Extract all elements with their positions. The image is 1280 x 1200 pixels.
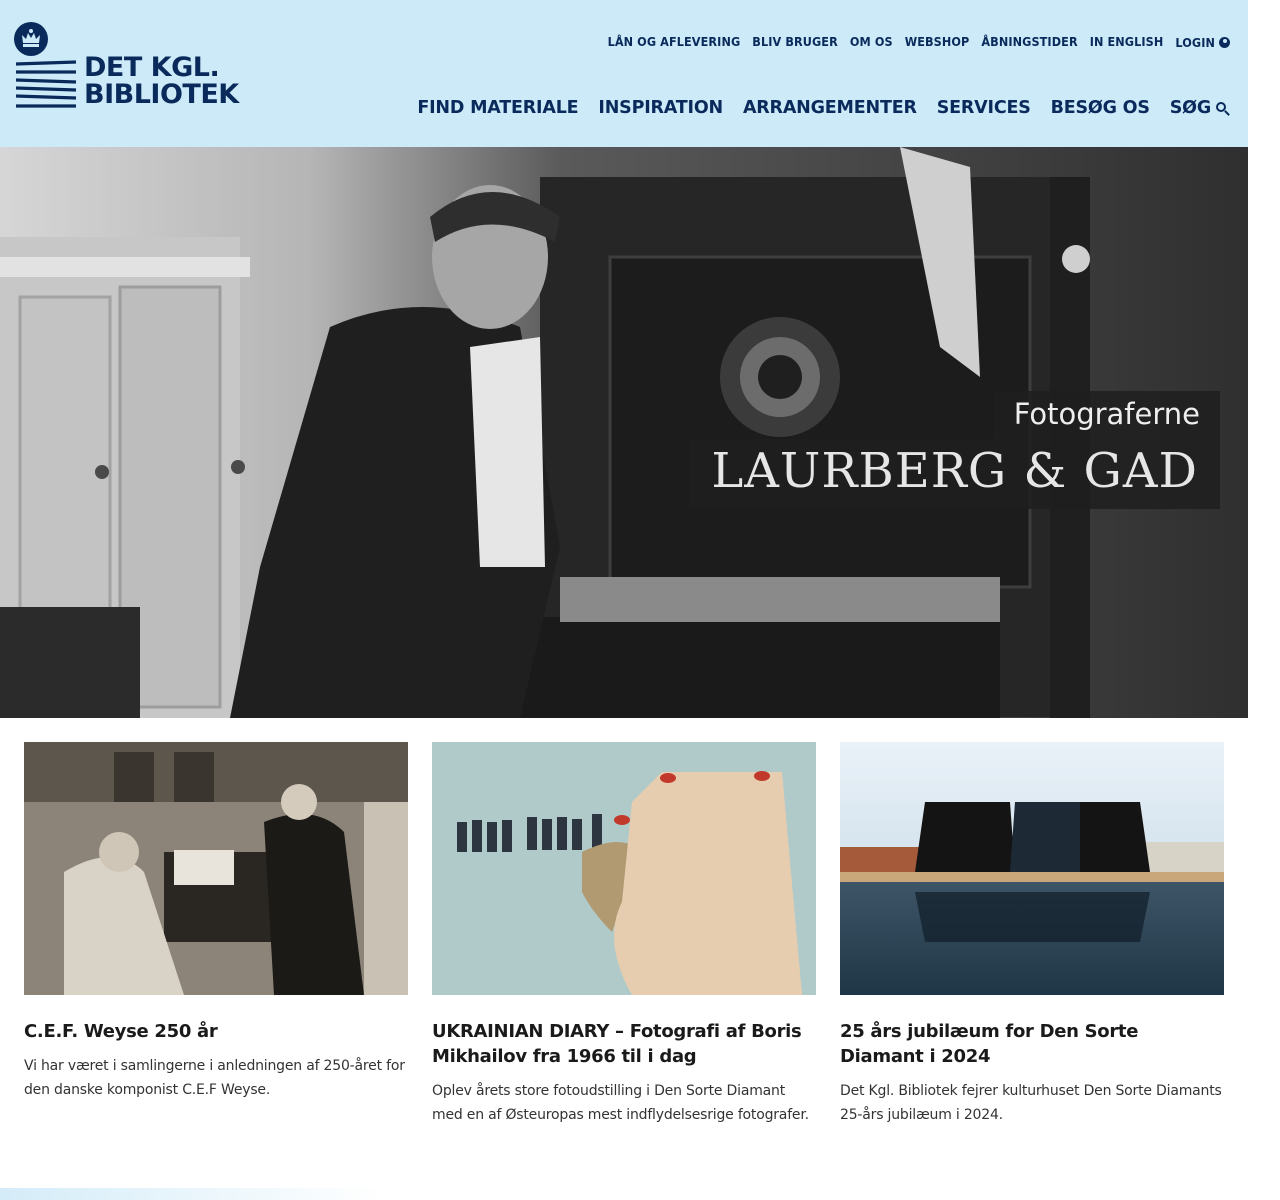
card-title[interactable]: C.E.F. Weyse 250 år (24, 1019, 408, 1044)
nav-find-materiale[interactable]: FIND MATERIALE (417, 98, 578, 118)
hero-title: LAURBERG & GAD (689, 439, 1220, 509)
nav-in-english[interactable]: IN ENGLISH (1090, 34, 1164, 49)
login-link[interactable]: LOGIN (1175, 32, 1230, 51)
crown-icon (14, 22, 48, 56)
nav-arrangementer[interactable]: ARRANGEMENTER (743, 98, 917, 118)
logo-lines-icon (15, 60, 77, 108)
footer-strip (0, 1188, 1280, 1200)
news-card-ukrainian-diary[interactable]: UKRAINIAN DIARY – Fotografi af Boris Mik… (432, 742, 816, 1127)
logo-line-2: BIBLIOTEK (84, 79, 239, 110)
black-diamond-illustration (840, 742, 1224, 995)
card-description: Vi har været i samlingerne i anledningen… (24, 1058, 405, 1098)
nav-services[interactable]: SERVICES (937, 98, 1031, 118)
logo-line-1: DET KGL. (84, 52, 220, 83)
nav-inspiration[interactable]: INSPIRATION (598, 98, 723, 118)
card-description: Det Kgl. Bibliotek fejrer kulturhuset De… (840, 1083, 1222, 1123)
nav-aabningstider[interactable]: ÅBNINGSTIDER (981, 34, 1077, 49)
news-card-sorte-diamant[interactable]: 25 års jubilæum for Den Sorte Diamant i … (840, 742, 1224, 1127)
ukrainian-diary-illustration (432, 742, 816, 995)
nav-om-os[interactable]: OM OS (850, 34, 893, 49)
hero-banner[interactable]: Fotograferne LAURBERG & GAD (0, 147, 1248, 718)
card-image-ukrainian-diary[interactable] (432, 742, 816, 995)
logo-wordmark: DET KGL. BIBLIOTEK (84, 54, 239, 108)
nav-bliv-bruger[interactable]: BLIV BRUGER (752, 34, 838, 49)
site-logo[interactable]: DET KGL. BIBLIOTEK (12, 20, 252, 120)
search-button[interactable]: SØG (1170, 98, 1226, 118)
hero-caption: Fotograferne LAURBERG & GAD (689, 391, 1220, 509)
nav-besoeg-os[interactable]: BESØG OS (1051, 98, 1150, 118)
nav-laan-og-aflevering[interactable]: LÅN OG AFLEVERING (608, 34, 741, 49)
login-label[interactable]: LOGIN (1175, 35, 1215, 50)
nav-webshop[interactable]: WEBSHOP (905, 34, 970, 49)
search-label[interactable]: SØG (1170, 98, 1211, 118)
card-title[interactable]: UKRAINIAN DIARY – Fotografi af Boris Mik… (432, 1019, 816, 1069)
card-description: Oplev årets store fotoudstilling i Den S… (432, 1083, 809, 1123)
card-image-sorte-diamant[interactable] (840, 742, 1224, 995)
card-image-weyse[interactable] (24, 742, 408, 995)
site-header: DET KGL. BIBLIOTEK LÅN OG AFLEVERING BLI… (0, 0, 1248, 160)
hero-subtitle: Fotograferne (993, 391, 1220, 439)
search-icon (1216, 102, 1226, 112)
news-card-weyse[interactable]: C.E.F. Weyse 250 år Vi har været i samli… (24, 742, 408, 1102)
user-icon (1219, 37, 1230, 48)
main-nav: FIND MATERIALE INSPIRATION ARRANGEMENTER… (417, 98, 1226, 118)
card-title[interactable]: 25 års jubilæum for Den Sorte Diamant i … (840, 1019, 1224, 1069)
utility-nav: LÅN OG AFLEVERING BLIV BRUGER OM OS WEBS… (608, 32, 1230, 51)
weyse-illustration (24, 742, 408, 995)
